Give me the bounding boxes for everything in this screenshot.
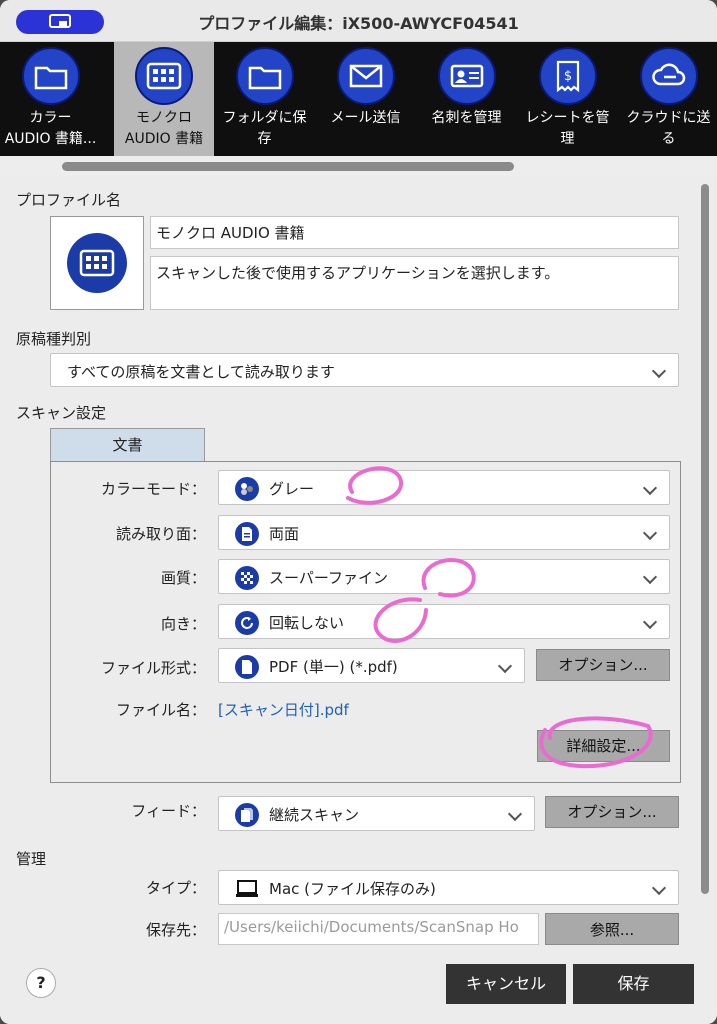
profile-description-input[interactable]: スキャンした後で使用するアプリケーションを選択します。 — [150, 256, 679, 310]
file-name-value[interactable]: [スキャン日付].pdf — [218, 699, 349, 720]
color-mode-select[interactable]: グレー — [218, 470, 670, 505]
pdf-file-icon — [235, 655, 259, 679]
checker-icon — [235, 566, 259, 590]
profile-icon-button[interactable] — [50, 216, 144, 310]
chevron-down-icon — [497, 658, 513, 674]
manage-label: 管理 — [16, 850, 47, 868]
feed-option-button[interactable]: オプション... — [545, 796, 679, 828]
chevron-down-icon — [642, 525, 658, 541]
toolbar-item-label: モノクロ — [136, 110, 192, 126]
chevron-down-icon — [651, 880, 667, 896]
save-location-label: 保存先： — [145, 921, 206, 939]
format-option-button[interactable]: オプション... — [536, 649, 670, 681]
chevron-down-icon — [642, 614, 658, 630]
chevron-down-icon — [642, 480, 658, 496]
toolbar-item-mono-audio[interactable]: モノクロ AUDIO 書籍 — [114, 42, 214, 156]
toolbar-item-label: カラー — [29, 110, 72, 126]
toolbar-item-label: る — [661, 131, 676, 147]
folder-icon — [236, 47, 294, 105]
scrollbar-thumb[interactable] — [701, 184, 709, 894]
toolbar-item-email[interactable]: メール送信 — [315, 42, 416, 156]
card-icon — [438, 47, 496, 105]
feed-value: 継続スキャン — [269, 806, 360, 824]
toolbar-item-color-audio[interactable]: カラー AUDIO 書籍... — [0, 42, 101, 156]
cloud-icon — [640, 47, 698, 105]
toolbar-item-label: フォルダに保 — [222, 110, 307, 126]
toolbar-item-label: AUDIO 書籍... — [4, 131, 97, 147]
advanced-settings-button[interactable]: 詳細設定... — [537, 730, 670, 762]
chevron-down-icon — [642, 569, 658, 585]
scan-side-select[interactable]: 両面 — [218, 515, 670, 550]
grid-icon — [135, 47, 193, 105]
file-format-value: PDF (単一) (*.pdf) — [269, 658, 398, 676]
feed-select[interactable]: 継続スキャン — [218, 796, 535, 831]
doc-type-select[interactable]: すべての原稿を文書として読み取ります — [50, 353, 679, 387]
browse-button[interactable]: 参照... — [545, 913, 679, 945]
profile-edit-window: プロファイル編集：iX500-AWYCF04541 カラー AUDIO 書籍...… — [0, 0, 717, 1024]
color-mode-value: グレー — [269, 480, 315, 498]
toolbar-item-receipt[interactable]: $ レシートを管理 — [517, 42, 618, 156]
receipt-icon: $ — [539, 47, 597, 105]
cancel-button[interactable]: キャンセル — [446, 964, 566, 1004]
orientation-select[interactable]: 回転しない — [218, 604, 670, 639]
quality-select[interactable]: スーパーファイン — [218, 559, 670, 594]
continuous-scan-icon — [235, 803, 259, 827]
scan-side-value: 両面 — [269, 525, 300, 543]
type-label: タイプ： — [145, 879, 206, 897]
rotate-icon — [235, 611, 259, 635]
toolbar-item-label: メール送信 — [330, 110, 401, 126]
chevron-down-icon — [507, 806, 523, 822]
color-mode-icon — [235, 477, 259, 501]
file-format-select[interactable]: PDF (単一) (*.pdf) — [218, 648, 525, 683]
scrollbar-thumb[interactable] — [62, 162, 514, 171]
file-name-label: ファイル名： — [115, 701, 206, 719]
orientation-label: 向き： — [160, 615, 206, 633]
title-bar: プロファイル編集：iX500-AWYCF04541 — [0, 0, 717, 42]
window-title: プロファイル編集：iX500-AWYCF04541 — [198, 14, 519, 33]
profile-toolbar: カラー AUDIO 書籍... モノクロ AUDIO 書籍 フォルダに保存 メール送… — [0, 42, 717, 156]
grid-icon — [67, 233, 127, 293]
duplex-page-icon — [235, 522, 259, 546]
quality-value: スーパーファイン — [269, 569, 388, 587]
toolbar-item-label: AUDIO 書籍 — [124, 131, 204, 147]
toolbar-item-business-card[interactable]: 名刺を管理 — [416, 42, 517, 156]
vertical-scrollbar[interactable] — [697, 180, 713, 950]
toolbar-item-label: レシートを管 — [525, 110, 610, 126]
doc-type-value: すべての原稿を文書として読み取ります — [67, 363, 335, 381]
computer-icon — [235, 877, 259, 901]
profile-name-label: プロファイル名 — [16, 191, 122, 209]
save-location-input[interactable]: /Users/keiichi/Documents/ScanSnap Ho — [218, 913, 539, 945]
toolbar-item-cloud[interactable]: クラウドに送る — [618, 42, 717, 156]
toolbar-item-save-folder[interactable]: フォルダに保存 — [214, 42, 315, 156]
toolbar-item-label: 名刺を管理 — [431, 110, 502, 126]
color-mode-label: カラーモード： — [100, 480, 206, 498]
type-select[interactable]: Mac (ファイル保存のみ) — [218, 870, 679, 905]
save-button[interactable]: 保存 — [573, 964, 694, 1004]
type-value: Mac (ファイル保存のみ) — [269, 880, 436, 898]
svg-text:$: $ — [564, 69, 572, 84]
toolbar-item-label: 理 — [560, 131, 575, 147]
help-button[interactable]: ? — [26, 968, 56, 998]
quality-label: 画質： — [160, 569, 206, 587]
profile-name-input[interactable]: モノクロ AUDIO 書籍 — [150, 216, 679, 249]
chevron-down-icon — [651, 363, 667, 379]
file-format-label: ファイル形式： — [100, 659, 206, 677]
orientation-value: 回転しない — [269, 614, 345, 632]
doc-type-label: 原稿種判別 — [16, 330, 92, 348]
feed-label: フィード： — [131, 802, 206, 820]
folder-icon — [22, 47, 80, 105]
scan-settings-label: スキャン設定 — [16, 404, 107, 422]
scan-side-label: 読み取り面： — [115, 525, 206, 543]
toolbar-scrollbar[interactable] — [0, 156, 717, 176]
tab-document[interactable]: 文書 — [50, 428, 205, 461]
toolbar-item-label: クラウドに送 — [626, 110, 711, 126]
mail-icon — [337, 47, 395, 105]
toolbar-item-label: 存 — [257, 131, 272, 147]
